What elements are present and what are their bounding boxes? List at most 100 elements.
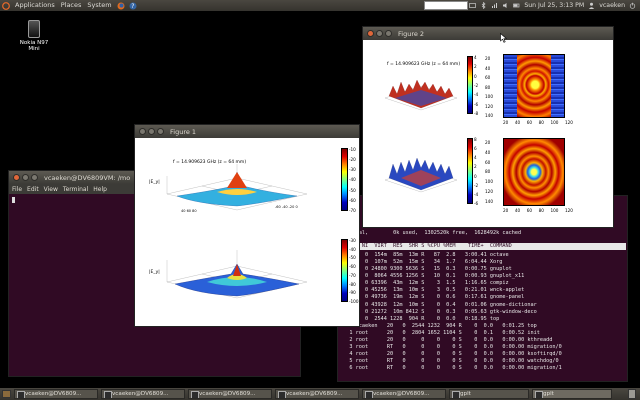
close-button[interactable] [139, 128, 146, 135]
colorbar-top [467, 56, 473, 114]
bluetooth-icon[interactable] [480, 1, 487, 10]
close-button[interactable] [13, 174, 20, 181]
power-icon[interactable] [629, 2, 636, 9]
colorbar-tick: -40 [349, 177, 356, 183]
map-xtick: 40 [514, 208, 521, 213]
minimize-button[interactable] [22, 174, 29, 181]
clock-text[interactable]: Sun Jul 25, 3:13 PM [524, 2, 584, 9]
colorbar-tick: -50 [349, 187, 356, 193]
table-row: 20 0 43928 12m 10m S 0 0.4 0:01.06 gnome… [340, 301, 537, 308]
surface-plot-bottom [166, 250, 308, 299]
figure-2-canvas[interactable]: f = 14.909623 GHz (z = 64 mm) 4 2 0 -2 -… [363, 40, 613, 227]
map-ytick: 80 [485, 84, 491, 90]
volume-icon[interactable] [502, 2, 509, 9]
process-table-header: PR NI VIRT RES SHR S %CPU %MEM TIME+ COM… [340, 243, 626, 250]
taskbar-item[interactable]: gplt [532, 389, 612, 399]
user-name[interactable]: vcaeken [599, 2, 625, 9]
map-ytick: 20 [485, 140, 491, 145]
colorbar-tick: -30 [349, 238, 356, 243]
phase-map-top [503, 54, 565, 118]
menu-system[interactable]: System [84, 0, 114, 11]
desktop: Applications Places System ? Sun Jul 25,… [0, 0, 640, 400]
taskbar-item[interactable]: vcaeken@DV6809... [362, 389, 446, 399]
maximize-button[interactable] [385, 30, 392, 37]
colorbar-tick: -40 [349, 246, 356, 252]
menu-places[interactable]: Places [58, 0, 85, 11]
map-ytick: 40 [485, 65, 491, 71]
menu-file[interactable]: File [12, 186, 22, 193]
user-icon[interactable] [588, 2, 595, 9]
taskbar-item[interactable]: vcaeken@DV6809... [101, 389, 185, 399]
map-xticks-top: 20 40 60 80 100 120 [503, 120, 573, 125]
minimize-button[interactable] [148, 128, 155, 135]
figure-2-titlebar[interactable]: Figure 2 [363, 27, 613, 40]
table-row: 6 root RT 0 0 0 0 S 0 0.0 0:00.00 migrat… [340, 365, 562, 372]
map-xtick: 120 [564, 208, 573, 213]
phone-icon [28, 20, 40, 38]
minimize-button[interactable] [376, 30, 383, 37]
svg-text:-60 -40 -20 0: -60 -40 -20 0 [275, 205, 298, 209]
colorbar-tick: 4 [474, 155, 477, 161]
panel-search-box[interactable] [424, 1, 468, 10]
map-ytick: 140 [485, 198, 493, 204]
maximize-button[interactable] [157, 128, 164, 135]
menu-view[interactable]: View [44, 186, 58, 193]
taskbar-item[interactable]: vcaeken@DV6809... [188, 389, 272, 399]
table-row: 4 root 20 0 0 0 0 S 0 0.0 0:00.00 ksofti… [340, 351, 562, 358]
table-row: 20 0 2544 1228 904 R 0 0.0 0:18.95 top [340, 315, 500, 322]
map-xticks-bottom: 20 40 60 80 100 120 [503, 208, 573, 213]
ubuntu-logo-icon[interactable] [2, 1, 10, 10]
map-xtick: 40 [514, 120, 521, 125]
plot-title: f = 14.909623 GHz (z = 64 mm) [387, 62, 461, 67]
table-row: 20 0 49736 19m 12m S 0 0.6 0:17.61 gnome… [340, 294, 525, 301]
colorbar-tick: -8 [474, 110, 479, 116]
colorbar-tick: 2 [474, 164, 477, 170]
figure-1-window[interactable]: Figure 1 f = 14.909623 GHz (z = 64 mm) |… [134, 124, 360, 327]
trash-icon[interactable] [628, 389, 636, 399]
colorbar-tick: -60 [349, 264, 356, 270]
taskbar-item[interactable]: gplt [449, 389, 529, 399]
colorbar-tick: -80 [349, 281, 356, 287]
menu-edit[interactable]: Edit [27, 186, 39, 193]
colorbar-tick: 2 [474, 64, 477, 70]
table-row: 3 root RT 0 0 0 0 S 0 0.0 0:00.00 migrat… [340, 344, 562, 351]
map-ytick: 100 [485, 94, 493, 99]
menu-applications[interactable]: Applications [12, 0, 58, 11]
taskbar-item[interactable]: vcaeken@DV6809... [275, 389, 359, 399]
table-row: 20 0 154m 85m 13m R 87 2.8 3:00.41 octav… [340, 252, 509, 258]
map-xtick: 20 [503, 208, 509, 213]
firefox-icon[interactable] [117, 2, 125, 10]
map-xtick: 60 [526, 208, 533, 213]
system-tray: Sun Jul 25, 3:13 PM vcaeken [469, 0, 636, 11]
map-xtick: 100 [550, 208, 559, 213]
show-desktop-icon[interactable] [2, 390, 11, 398]
figure-2-window[interactable]: Figure 2 f = 14.909623 GHz (z = 64 mm) 4… [362, 26, 614, 228]
map-ytick: 100 [485, 179, 493, 185]
colorbar-tick: 0 [474, 173, 477, 179]
figure-1-titlebar[interactable]: Figure 1 [135, 125, 359, 138]
colorbar-tick: -2 [474, 82, 479, 88]
desktop-icon-nokia[interactable]: Nokia N97 Mini [14, 20, 54, 52]
mail-icon[interactable] [469, 2, 477, 9]
menu-terminal[interactable]: Terminal [63, 186, 88, 193]
terminal-cursor [12, 197, 15, 203]
colorbar-tick: -2 [474, 182, 479, 188]
map-ytick: 60 [485, 159, 491, 165]
colorbar-tick: -70 [349, 272, 356, 278]
network-icon[interactable] [491, 2, 498, 9]
taskbar-item[interactable]: vcaeken@DV6809... [14, 389, 98, 399]
colorbar-tick: 8 [474, 137, 477, 142]
colorbar-tick: 6 [474, 146, 477, 152]
close-button[interactable] [367, 30, 374, 37]
window-title: Figure 1 [170, 127, 197, 136]
map-xtick: 80 [538, 120, 544, 125]
help-icon[interactable]: ? [129, 2, 137, 10]
menu-help[interactable]: Help [93, 186, 107, 193]
colorbar-tick: -50 [349, 255, 356, 261]
table-row: 2 root 20 0 0 0 0 S 0 0.0 0:00.00 kthrea… [340, 336, 553, 343]
maximize-button[interactable] [31, 174, 38, 181]
colorbar-top [341, 148, 348, 211]
battery-icon[interactable] [513, 2, 520, 9]
memory-summary: 0k total, 0k used, 1302520k free, 162849… [340, 230, 522, 236]
figure-1-canvas[interactable]: f = 14.909623 GHz (z = 64 mm) |E_y| -60 … [135, 138, 359, 326]
